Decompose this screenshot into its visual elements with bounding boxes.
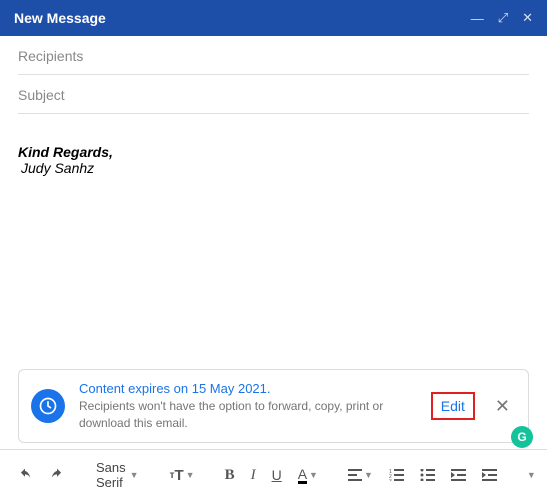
confidential-text: Content expires on 15 May 2021. Recipien…	[79, 380, 417, 432]
compose-fields: Recipients Subject	[0, 36, 547, 114]
signature-line: Judy Sanhz	[21, 160, 529, 176]
bullet-list-icon[interactable]	[415, 466, 440, 484]
compose-title: New Message	[14, 10, 471, 26]
italic-icon[interactable]: I	[246, 464, 261, 487]
redo-icon[interactable]	[44, 465, 70, 485]
expand-icon[interactable]: ⤢	[498, 10, 508, 26]
recipients-field[interactable]: Recipients	[18, 36, 529, 75]
svg-text:3: 3	[389, 479, 392, 481]
numbered-list-icon[interactable]: 123	[384, 466, 409, 484]
chevron-down-icon: ▼	[130, 470, 139, 480]
subject-field[interactable]: Subject	[18, 75, 529, 114]
compose-header: New Message — ⤢ ✕	[0, 0, 547, 36]
font-family-label: Sans Serif	[96, 460, 126, 490]
indent-less-icon[interactable]	[446, 466, 471, 484]
align-icon[interactable]: ▼	[343, 466, 378, 484]
bold-icon[interactable]: B	[220, 464, 240, 487]
edit-button[interactable]: Edit	[431, 392, 475, 420]
signature-line: Kind Regards,	[18, 144, 529, 160]
undo-icon[interactable]	[12, 465, 38, 485]
clock-lock-icon	[31, 389, 65, 423]
compose-body[interactable]: Kind Regards, Judy Sanhz	[0, 114, 547, 369]
confidential-title: Content expires on 15 May 2021.	[79, 380, 417, 398]
grammarly-icon[interactable]: G	[511, 426, 533, 448]
header-actions: — ⤢ ✕	[471, 10, 533, 26]
indent-more-icon[interactable]	[477, 466, 502, 484]
confidential-mode-banner: Content expires on 15 May 2021. Recipien…	[18, 369, 529, 443]
font-family-picker[interactable]: Sans Serif ▼	[90, 458, 145, 492]
more-formatting-icon[interactable]: ▼	[522, 467, 541, 483]
formatting-toolbar: Sans Serif ▼ тT▼ B I U A▼ ▼ 123	[0, 449, 547, 500]
underline-icon[interactable]: U	[267, 464, 287, 486]
text-color-icon[interactable]: A▼	[293, 464, 323, 487]
minimize-icon[interactable]: —	[471, 11, 484, 26]
dismiss-confidential-icon[interactable]: ✕	[489, 396, 516, 417]
compose-window: New Message — ⤢ ✕ Recipients Subject Kin…	[0, 0, 547, 500]
font-size-icon[interactable]: тT▼	[165, 464, 200, 487]
confidential-subtitle: Recipients won't have the option to forw…	[79, 398, 417, 432]
close-icon[interactable]: ✕	[522, 10, 533, 26]
